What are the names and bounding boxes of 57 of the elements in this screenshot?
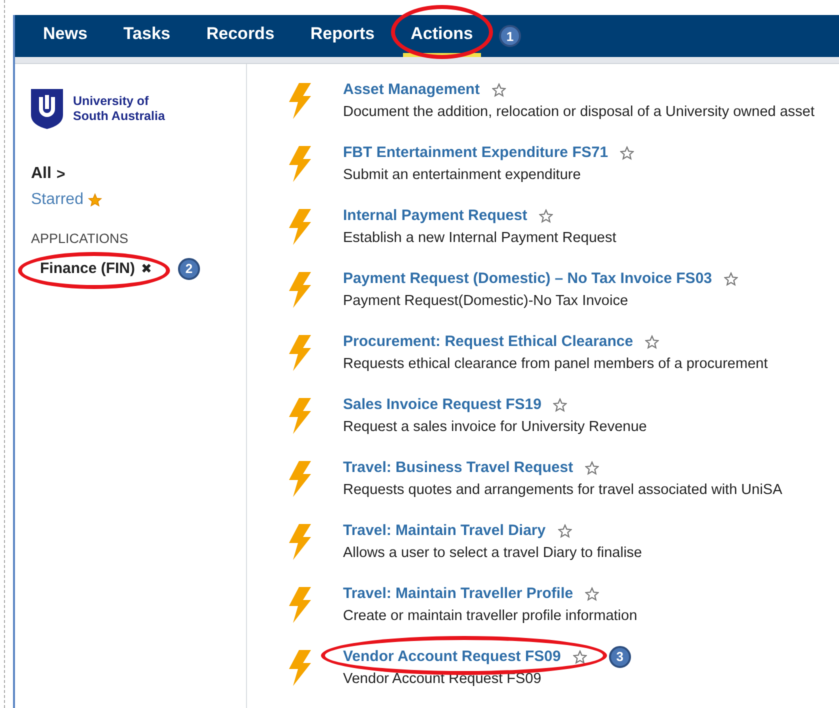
- action-link[interactable]: Internal Payment Request: [343, 207, 528, 224]
- lightning-icon: [287, 587, 313, 623]
- application-filter[interactable]: Finance (FIN): [40, 260, 136, 277]
- action-description: Vendor Account Request FS09: [343, 671, 542, 687]
- nav-tab[interactable]: Tasks: [115, 15, 178, 57]
- lightning-icon: [287, 461, 313, 497]
- nav-tab[interactable]: Records: [198, 15, 282, 57]
- lightning-icon: [287, 146, 313, 182]
- action-link[interactable]: Asset Management: [343, 81, 480, 98]
- star-icon[interactable]: [553, 398, 568, 412]
- section-heading: APPLICATIONS: [31, 231, 130, 246]
- action-link[interactable]: Procurement: Request Ethical Clearance: [343, 333, 634, 350]
- callout-badge: 1: [498, 25, 521, 47]
- action-link[interactable]: Travel: Maintain Travel Diary: [343, 522, 546, 539]
- lightning-icon: [287, 335, 313, 371]
- shield-logo-icon: [31, 89, 63, 129]
- star-icon[interactable]: [539, 208, 554, 222]
- star-icon[interactable]: [88, 193, 102, 207]
- action-link[interactable]: FBT Entertainment Expenditure FS71: [343, 144, 608, 161]
- starred-filter[interactable]: Starred: [31, 191, 84, 209]
- action-link[interactable]: Travel: Maintain Traveller Profile: [343, 585, 574, 602]
- lightning-icon: [287, 83, 313, 119]
- action-description: Allows a user to select a travel Diary to finalise: [343, 545, 642, 561]
- star-icon[interactable]: [724, 272, 738, 286]
- logo-text: University of: [73, 94, 150, 109]
- lightning-icon: [287, 650, 313, 686]
- action-description: Requests ethical clearance from panel members of a procurement: [343, 356, 768, 372]
- callout-badge: 2: [178, 258, 200, 280]
- nav-tab[interactable]: Reports: [302, 15, 383, 57]
- lightning-icon: [287, 272, 313, 308]
- action-description: Create or maintain traveller profile information: [343, 608, 638, 624]
- action-description: Request a sales invoice for University Revenue: [343, 419, 647, 435]
- star-icon[interactable]: [572, 650, 587, 664]
- action-link[interactable]: Payment Request (Domestic) – No Tax Invoice FS03: [343, 270, 712, 287]
- star-icon[interactable]: [620, 146, 634, 160]
- action-link[interactable]: Travel: Business Travel Request: [343, 459, 574, 476]
- all-filter[interactable]: All: [31, 165, 52, 183]
- action-description: Document the addition, relocation or disposal of a University owned asset: [343, 104, 815, 120]
- action-link[interactable]: Sales Invoice Request FS19: [343, 396, 542, 413]
- logo-text: South Australia: [73, 109, 165, 124]
- star-icon[interactable]: [585, 460, 600, 474]
- lightning-icon: [287, 398, 313, 434]
- lightning-icon: [287, 524, 313, 560]
- action-description: Submit an entertainment expenditure: [343, 167, 582, 183]
- star-icon[interactable]: [645, 334, 660, 348]
- action-description: Requests quotes and arrangements for travel associated with UniSA: [343, 482, 782, 498]
- callout-badge: 3: [608, 646, 631, 668]
- nav-tab[interactable]: News: [35, 15, 96, 57]
- lightning-icon: [287, 209, 313, 245]
- action-description: Establish a new Internal Payment Request: [343, 230, 616, 246]
- action-description: Payment Request(Domestic)-No Tax Invoice: [343, 293, 630, 309]
- star-icon[interactable]: [585, 586, 600, 600]
- star-icon[interactable]: [558, 524, 572, 538]
- action-link[interactable]: Vendor Account Request FS09: [343, 648, 561, 665]
- remove-icon[interactable]: ✖: [141, 261, 152, 276]
- star-icon[interactable]: [492, 82, 506, 96]
- chevron-icon: >: [56, 166, 66, 182]
